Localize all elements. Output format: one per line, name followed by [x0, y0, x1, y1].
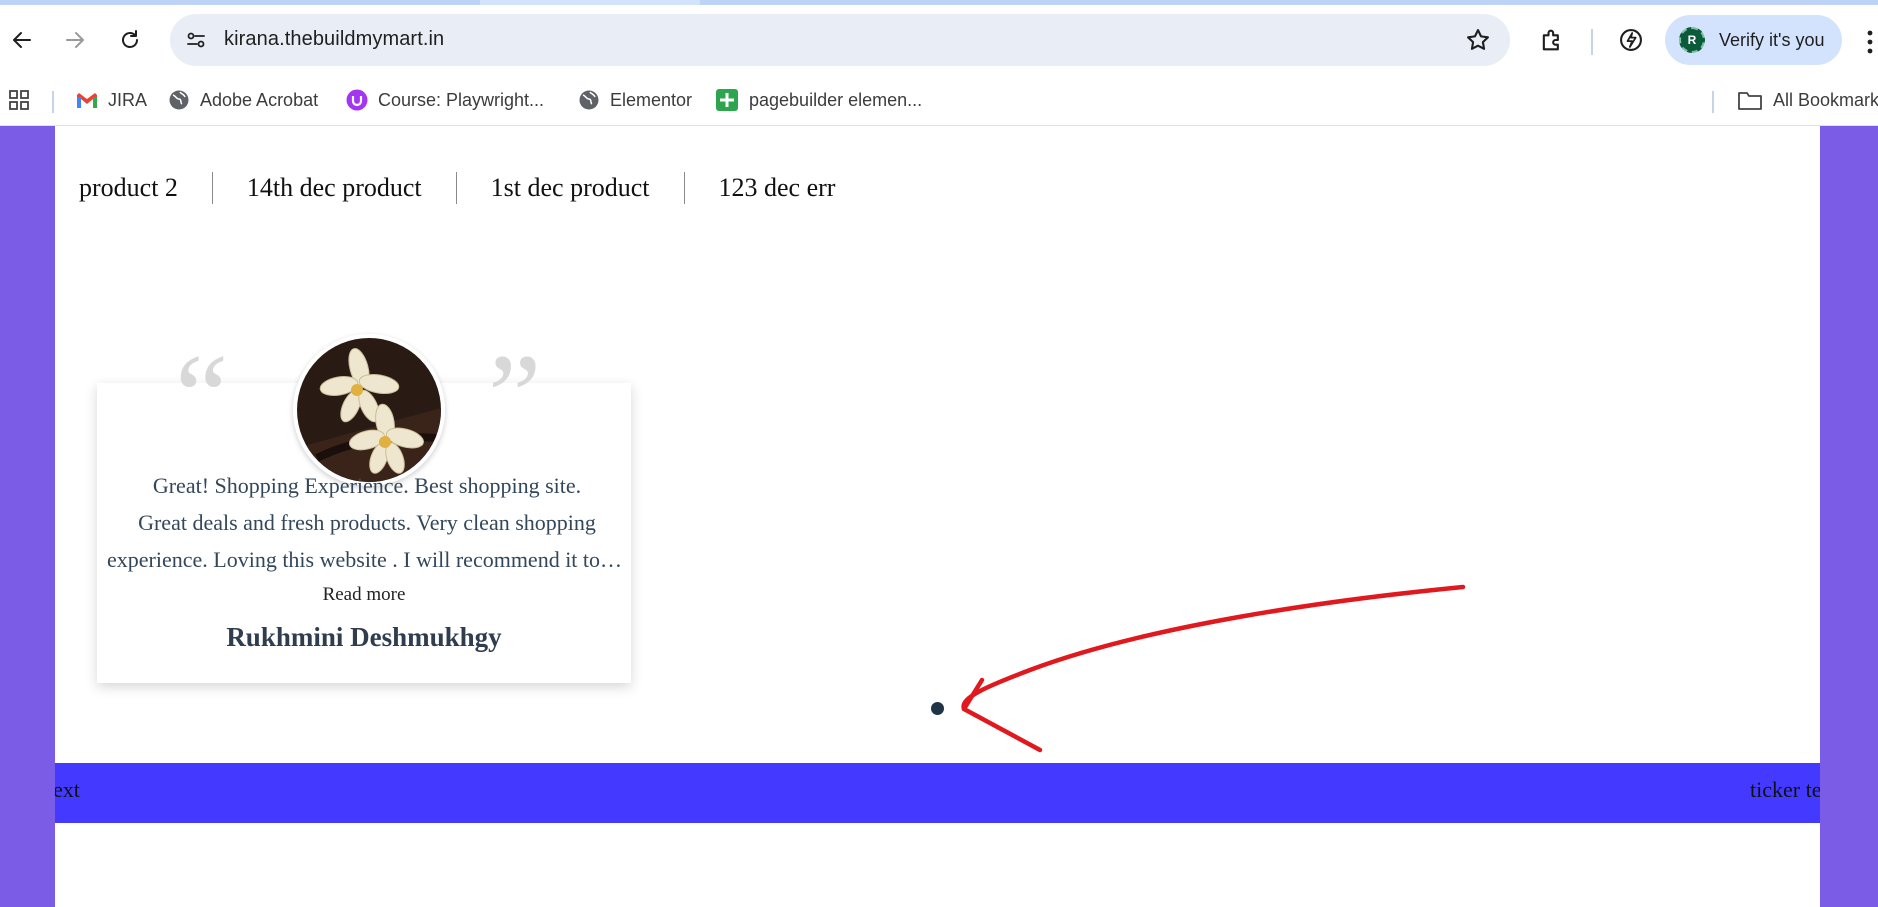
product-link[interactable]: 14th dec product: [211, 172, 456, 204]
read-more-link[interactable]: Read more: [97, 584, 631, 606]
verify-profile-button[interactable]: R Verify it's you: [1665, 15, 1842, 65]
bookmark-label: JIRA: [108, 89, 148, 110]
all-bookmarks-label: All Bookmarks: [1773, 89, 1878, 110]
address-bar[interactable]: kirana.thebuildmymart.in: [170, 14, 1510, 66]
bookmark-course-playwright[interactable]: Course: Playwright...: [346, 85, 544, 115]
bookmarks-bar: JIRA Adobe Acrobat Course: Playwright...…: [0, 75, 1878, 126]
open-quote-icon: “: [175, 329, 229, 462]
all-bookmarks-button[interactable]: All Bookmarks: [1737, 85, 1878, 115]
bookmark-pagebuilder[interactable]: pagebuilder elemen...: [715, 85, 922, 115]
testimonial-text: Great! Shopping Experience. Best shoppin…: [107, 467, 627, 578]
product-link[interactable]: product 2: [79, 172, 212, 204]
toolbar-divider: [1591, 29, 1593, 55]
testimonial-line: experience. Loving this website . I will…: [107, 547, 627, 572]
arrow-right-icon: [66, 32, 84, 48]
page-viewport: product 2 14th dec product 1st dec produ…: [0, 126, 1878, 907]
close-quote-icon: ”: [488, 329, 542, 462]
bookmark-label: Elementor: [610, 89, 693, 110]
bookmark-adobe-acrobat[interactable]: Adobe Acrobat: [168, 85, 318, 115]
browser-toolbar: kirana.thebuildmymart.in R Verify it's y…: [0, 5, 1878, 75]
bookmark-label: Course: Playwright...: [378, 89, 545, 110]
reload-icon: [122, 30, 138, 48]
arrow-left-icon: [13, 32, 31, 48]
reviewer-avatar: [293, 334, 445, 486]
url-text[interactable]: kirana.thebuildmymart.in: [224, 28, 444, 51]
bookmark-jira[interactable]: JIRA: [76, 85, 147, 115]
apps-grid-icon[interactable]: [8, 85, 30, 115]
profile-avatar: R: [1679, 27, 1705, 53]
globe-icon: [579, 90, 599, 110]
folder-icon: [1738, 92, 1762, 110]
testimonial-line: Great! Shopping Experience. Best shoppin…: [152, 473, 582, 498]
site-info-icon[interactable]: [184, 28, 208, 57]
ticker-text: ticker text: [1750, 777, 1820, 802]
gmail-icon: [77, 92, 97, 108]
bookmark-label: pagebuilder elemen...: [749, 89, 923, 110]
forward-button[interactable]: [58, 23, 92, 57]
globe-icon: [169, 90, 189, 110]
bookmark-label: Adobe Acrobat: [200, 89, 319, 110]
orchid-photo: [297, 338, 441, 482]
bookmarks-divider: [1712, 91, 1714, 113]
menu-kebab-icon[interactable]: [1866, 30, 1874, 59]
extensions-icon[interactable]: [1538, 26, 1566, 59]
bookmark-star-icon[interactable]: [1464, 26, 1492, 59]
product-nav: product 2 14th dec product 1st dec produ…: [79, 172, 869, 204]
back-button[interactable]: [5, 23, 39, 57]
carousel-dot[interactable]: [931, 702, 944, 715]
product-link[interactable]: 1st dec product: [455, 172, 684, 204]
verify-label: Verify it's you: [1719, 30, 1825, 50]
sheets-plus-icon: [716, 89, 738, 111]
reload-button[interactable]: [113, 23, 147, 57]
ticker-text: ext: [55, 777, 80, 802]
testimonial-line: Great deals and fresh products. Very cle…: [138, 510, 596, 535]
testimonial-author: Rukhmini Deshmukhgy: [226, 622, 502, 652]
bookmarks-divider: [52, 91, 54, 113]
udemy-icon: [346, 89, 368, 111]
news-ticker: ext ticker text: [55, 763, 1820, 823]
product-link[interactable]: 123 dec err: [683, 172, 870, 204]
bookmark-elementor[interactable]: Elementor: [578, 85, 692, 115]
performance-icon[interactable]: [1617, 26, 1645, 59]
